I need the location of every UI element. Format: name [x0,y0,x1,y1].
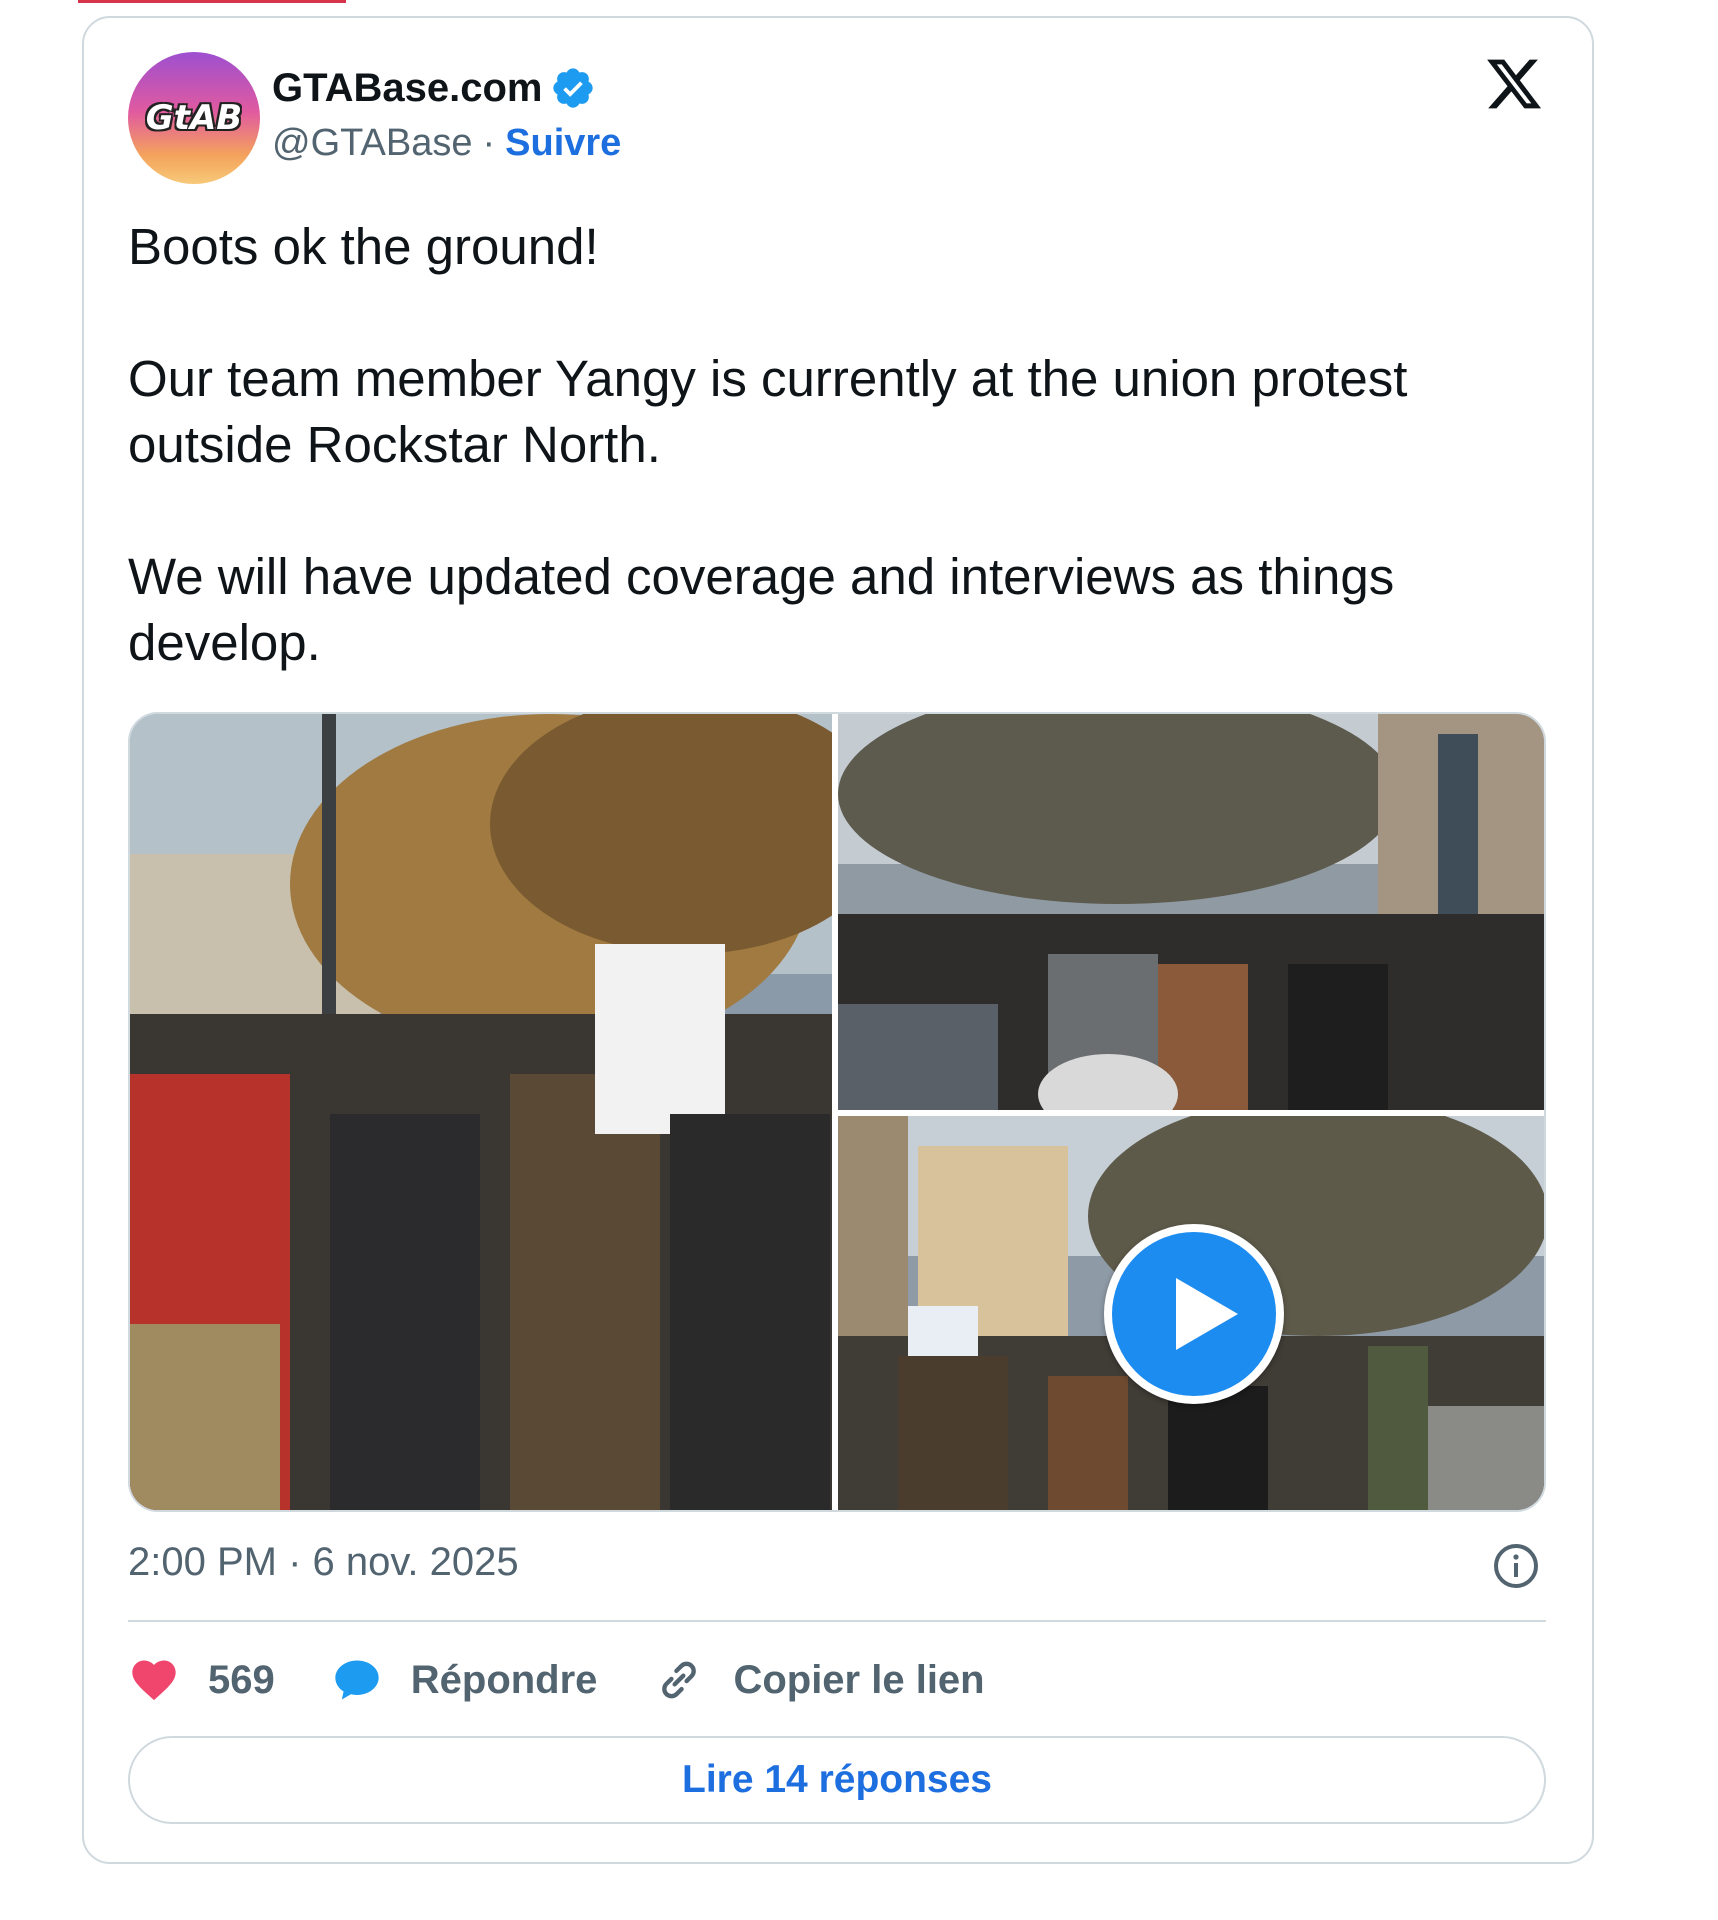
protest-photo-image [838,714,1544,1110]
top-accent-bar [78,0,346,3]
protest-photo-image [130,714,832,1510]
divider [128,1620,1546,1622]
author-handle[interactable]: @GTABase [272,122,472,165]
speech-bubble-icon [335,1660,379,1700]
author-name-row: GTABase.com [272,64,596,112]
tweet-text-line-1: Boots ok the ground! [128,218,599,275]
avatar[interactable]: GtAB [128,52,260,184]
info-icon[interactable] [1492,1542,1540,1590]
author-display-name[interactable]: GTABase.com [272,66,542,111]
media-grid [128,712,1546,1512]
tweet-text: Boots ok the ground! Our team member Yan… [128,214,1528,676]
tweet-text-line-3: We will have updated coverage and interv… [128,548,1395,671]
heart-icon [132,1660,176,1701]
reply-button[interactable]: Répondre [331,1654,598,1706]
media-photo-2[interactable] [838,714,1544,1110]
author-handle-row: @GTABase · Suivre [272,122,621,165]
action-bar: 569 Répondre Copier le lien [128,1650,1041,1710]
x-logo-icon[interactable] [1484,54,1544,114]
link-icon [662,1661,697,1699]
media-photo-1[interactable] [130,714,832,1510]
avatar-logo-text: GtAB [145,98,243,138]
like-count: 569 [208,1657,275,1702]
reply-label: Répondre [410,1657,598,1702]
copy-link-button[interactable]: Copier le lien [653,1654,985,1706]
separator-dot: · [482,122,496,164]
tweet-timestamp[interactable]: 2:00 PM · 6 nov. 2025 [128,1540,519,1585]
play-icon[interactable] [1104,1224,1284,1404]
read-replies-button[interactable]: Lire 14 réponses [128,1736,1546,1824]
copy-link-label: Copier le lien [733,1657,985,1702]
verified-badge-icon [553,68,594,108]
read-replies-label: Lire 14 réponses [682,1758,992,1801]
like-button[interactable]: 569 [128,1654,275,1706]
follow-button[interactable]: Suivre [505,122,621,165]
tweet-text-line-2: Our team member Yangy is currently at th… [128,350,1408,473]
